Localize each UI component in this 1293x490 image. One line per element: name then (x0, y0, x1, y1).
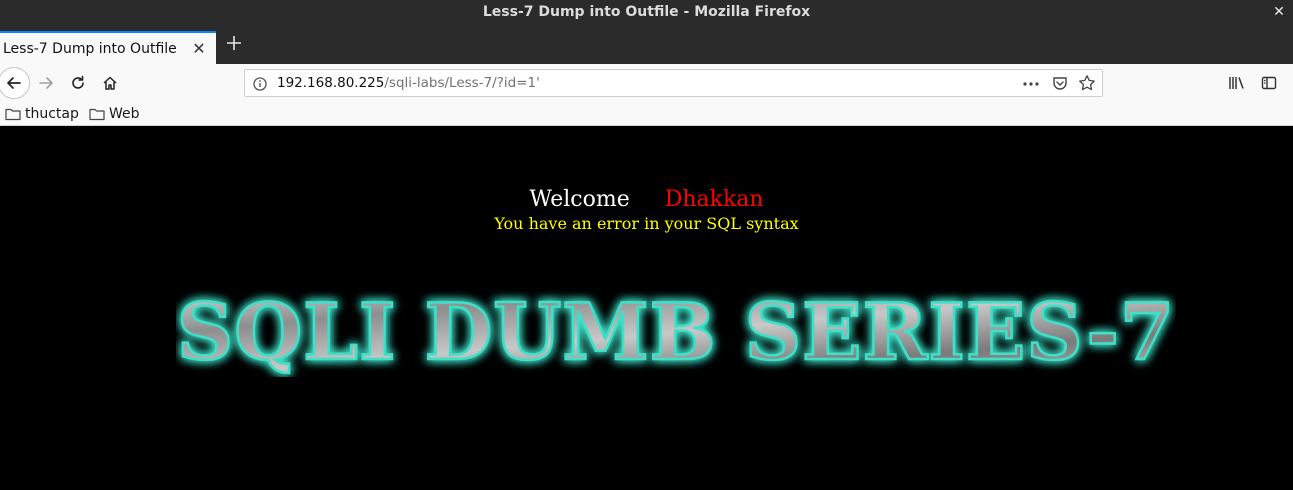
welcome-text: Welcome (529, 187, 630, 212)
page-content: Welcome Dhakkan You have an error in you… (0, 127, 1293, 490)
banner-text: SQLI DUMB SERIES-7 (177, 287, 1175, 377)
reload-button[interactable] (66, 71, 90, 95)
bookmarks-toolbar: thuctap Web (0, 102, 1293, 126)
url-bar[interactable]: 192.168.80.225/sqli-labs/Less-7/?id=1' (244, 69, 1103, 97)
sidebar-icon (1261, 76, 1277, 90)
bookmark-folder-thuctap[interactable]: thuctap (5, 105, 79, 123)
sqli-dumb-series-banner: SQLI DUMB SERIES-7 (176, 287, 1175, 377)
welcome-line: Welcome Dhakkan (0, 187, 1293, 213)
bookmark-folder-web[interactable]: Web (89, 105, 140, 123)
sql-error-message: You have an error in your SQL syntax (494, 214, 799, 233)
page-actions-icon[interactable] (1022, 76, 1040, 95)
bookmark-label: thuctap (25, 106, 79, 122)
back-button[interactable] (0, 67, 30, 99)
home-button[interactable] (98, 71, 122, 95)
home-icon (103, 76, 117, 90)
window-titlebar: Less-7 Dump into Outfile - Mozilla Firef… (0, 0, 1293, 24)
tab-label: Less-7 Dump into Outfile (3, 40, 177, 57)
info-icon[interactable] (253, 76, 267, 95)
folder-icon (89, 108, 105, 121)
forward-button[interactable] (34, 71, 58, 95)
bookmark-star-icon[interactable] (1078, 74, 1096, 96)
reload-icon (72, 75, 84, 89)
sidebar-button[interactable] (1257, 71, 1281, 95)
url-text[interactable]: 192.168.80.225/sqli-labs/Less-7/?id=1' (277, 75, 540, 91)
window-close-icon[interactable]: ✕ (1271, 4, 1287, 20)
tab-active[interactable]: Less-7 Dump into Outfile ✕ (0, 31, 216, 64)
tab-close-icon[interactable]: ✕ (189, 39, 209, 59)
tab-strip: Less-7 Dump into Outfile ✕ (0, 24, 1293, 64)
library-icon (1229, 77, 1244, 89)
back-arrow-icon (7, 77, 21, 89)
url-path: /sqli-labs/Less-7/?id=1' (384, 75, 540, 91)
url-host: 192.168.80.225 (277, 75, 385, 91)
pocket-icon[interactable] (1052, 75, 1068, 95)
folder-icon (5, 108, 21, 121)
plus-icon (227, 36, 241, 50)
window-title: Less-7 Dump into Outfile - Mozilla Firef… (482, 4, 811, 20)
bookmark-label: Web (109, 106, 140, 122)
user-name-text: Dhakkan (664, 187, 764, 212)
new-tab-button[interactable] (223, 34, 245, 56)
navigation-toolbar: 192.168.80.225/sqli-labs/Less-7/?id=1' (0, 64, 1293, 102)
library-button[interactable] (1225, 71, 1249, 95)
forward-arrow-icon (39, 77, 53, 89)
